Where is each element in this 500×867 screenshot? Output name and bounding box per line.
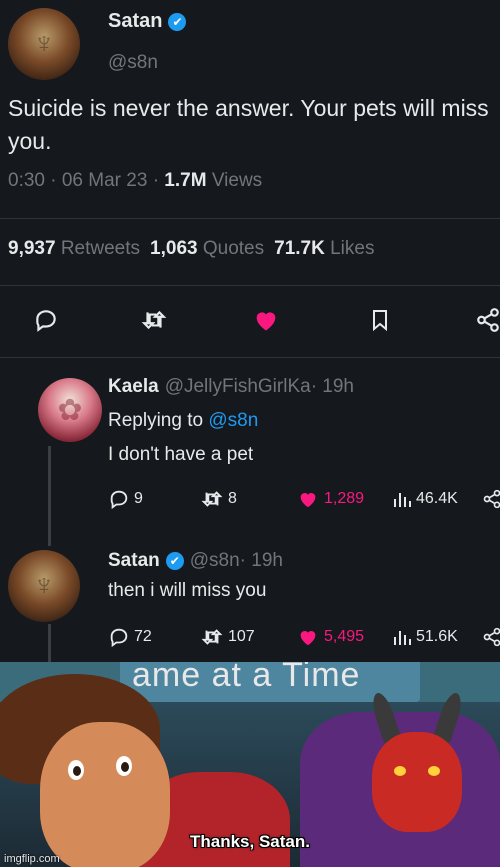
like-count: 5,495 <box>324 628 365 645</box>
share-icon <box>483 489 500 509</box>
reply-author-row: Satan ✔ @s8n · 19h <box>108 550 283 572</box>
views-count: 51.6K <box>416 628 458 645</box>
replying-to-line: Replying to @s8n <box>108 410 258 432</box>
reply-icon <box>110 490 128 510</box>
tweet-action-bar <box>0 300 500 340</box>
reply-icon[interactable] <box>26 300 66 340</box>
meme-subtitle: Thanks, Satan. <box>190 832 310 851</box>
tweet-text: Suicide is never the answer. Your pets w… <box>8 95 489 154</box>
kaela-avatar[interactable]: ✿ <box>38 378 102 442</box>
reply-action-bar: 72 107 5,495 51.6K <box>100 622 500 652</box>
verified-badge-icon: ✔ <box>165 552 184 570</box>
reply-text: then i will miss you <box>108 580 267 601</box>
thread-line <box>48 624 51 664</box>
views-label: Views <box>206 170 263 191</box>
like-button[interactable]: 1,289 <box>296 484 364 514</box>
likes-count: 71.7K <box>274 238 325 259</box>
reply-text: I don't have a pet <box>108 444 254 465</box>
satan-eye <box>394 766 406 776</box>
replying-to-label: Replying to <box>108 410 209 431</box>
imgflip-watermark: imgflip.com <box>4 853 60 865</box>
replying-to-link[interactable]: @s8n <box>208 410 258 431</box>
retweets-count: 9,937 <box>8 238 56 259</box>
ralph-eye <box>116 756 132 776</box>
devil-icon: ♆ <box>32 569 56 602</box>
views-button[interactable]: 46.4K <box>392 484 458 514</box>
meme-banner-text: ame at a Time <box>132 662 361 694</box>
satan-eye <box>428 766 440 776</box>
divider <box>0 285 500 286</box>
main-author-row: Satan ✔ <box>108 10 187 33</box>
retweet-icon <box>201 491 223 507</box>
reply-count: 72 <box>134 628 152 645</box>
like-icon <box>300 631 316 646</box>
engagement-stats: 9,937 Retweets 1,063 Quotes 71.7K Likes <box>8 238 374 260</box>
devil-icon: ♆ <box>32 27 56 60</box>
share-button[interactable] <box>482 622 500 652</box>
quotes-count: 1,063 <box>150 238 198 259</box>
reply-button[interactable]: 72 <box>108 622 152 652</box>
likes-label: Likes <box>330 238 375 259</box>
verified-badge-icon: ✔ <box>168 12 187 31</box>
tweet-meta: 0:30 · 06 Mar 23 · 1.7M Views <box>8 170 262 192</box>
reply-button[interactable]: 9 <box>108 484 143 514</box>
retweet-icon[interactable] <box>134 300 174 340</box>
handle[interactable]: @s8n <box>190 550 240 572</box>
ralph-pupil <box>121 762 129 772</box>
like-icon[interactable] <box>246 300 286 340</box>
retweet-count: 107 <box>228 628 255 645</box>
views-count: 46.4K <box>416 490 458 507</box>
reply-time[interactable]: · 19h <box>240 550 283 572</box>
reply-count: 9 <box>134 490 143 507</box>
meme-image: ame at a Time Thanks, Satan. imgflip.com <box>0 662 500 867</box>
thread-line <box>48 446 51 546</box>
reply-icon <box>110 628 128 648</box>
views-icon <box>394 493 411 507</box>
likes-stat[interactable]: 71.7K Likes <box>274 238 374 260</box>
tweet-timestamp[interactable]: 0:30 · 06 Mar 23 · <box>8 170 164 191</box>
retweet-button[interactable]: 107 <box>200 622 255 652</box>
reply-time[interactable]: · 19h <box>311 376 354 398</box>
retweets-stat[interactable]: 9,937 Retweets <box>8 238 140 260</box>
divider <box>0 218 500 219</box>
retweets-label: Retweets <box>60 238 141 259</box>
like-button[interactable]: 5,495 <box>296 622 364 652</box>
share-icon[interactable] <box>468 300 500 340</box>
anime-girl-icon: ✿ <box>57 393 83 427</box>
views-button[interactable]: 51.6K <box>392 622 458 652</box>
retweet-button[interactable]: 8 <box>200 484 237 514</box>
satan-head <box>372 732 462 832</box>
display-name[interactable]: Kaela <box>108 376 159 398</box>
display-name[interactable]: Satan <box>108 10 162 33</box>
share-icon <box>483 627 500 647</box>
reply-action-bar: 9 8 1,289 46.4K <box>100 484 500 514</box>
like-count: 1,289 <box>324 490 365 507</box>
ralph-pupil <box>73 766 81 776</box>
views-count: 1.7M <box>164 170 207 191</box>
reply-author-row: Kaela @JellyFishGirlKa · 19h <box>108 376 354 398</box>
divider <box>0 357 500 358</box>
share-button[interactable] <box>482 484 500 514</box>
quotes-stat[interactable]: 1,063 Quotes <box>150 238 264 260</box>
bookmark-icon[interactable] <box>360 300 400 340</box>
quotes-label: Quotes <box>202 238 265 259</box>
ralph-eye <box>68 760 84 780</box>
satan-avatar[interactable]: ♆ <box>8 550 80 622</box>
display-name[interactable]: Satan <box>108 550 160 572</box>
retweet-icon <box>201 629 223 645</box>
satan-avatar[interactable]: ♆ <box>8 8 80 80</box>
views-icon <box>394 631 411 645</box>
handle[interactable]: @JellyFishGirlKa <box>165 376 311 398</box>
like-icon <box>300 493 316 508</box>
main-tweet: ♆ Satan ✔ @s8n Suicide is never the answ… <box>0 0 500 358</box>
handle[interactable]: @s8n <box>108 52 158 74</box>
retweet-count: 8 <box>228 490 237 507</box>
